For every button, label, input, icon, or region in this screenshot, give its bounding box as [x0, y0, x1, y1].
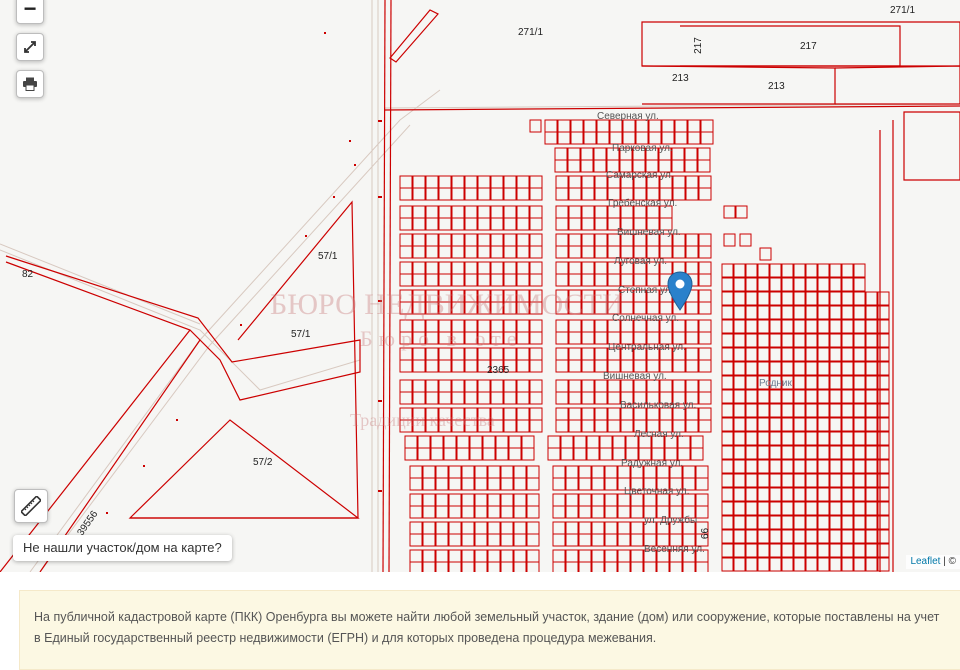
street-label: Радужная ул.	[621, 458, 684, 469]
street-label: ул. Дружбы	[644, 515, 698, 526]
measure-button[interactable]	[14, 489, 48, 523]
parcel-label: 2365	[487, 365, 510, 376]
info-box: На публичной кадастровой карте (ПКК) Оре…	[19, 590, 960, 670]
parcel-label: 57/2	[253, 457, 273, 468]
not-found-button[interactable]: Не нашли участок/дом на карте?	[13, 535, 232, 561]
parcel-label: 66	[700, 527, 712, 540]
street-label: Луговая ул.	[614, 256, 668, 267]
print-button[interactable]	[16, 70, 44, 98]
map-attribution: Leaflet | ©	[906, 555, 960, 569]
street-label: Гребенская ул.	[608, 198, 678, 209]
zoom-out-button[interactable]: −	[16, 0, 44, 24]
street-label: Парковая ул.	[612, 143, 673, 154]
street-label: Весенняя ул.	[644, 544, 705, 555]
leaflet-link[interactable]: Leaflet	[910, 556, 940, 567]
info-text-line: в Единый государственный реестр недвижим…	[34, 631, 657, 645]
fullscreen-button[interactable]	[16, 33, 44, 61]
ruler-icon	[21, 496, 41, 516]
cadastral-map[interactable]: БЮРО НЕДВИЖИМОСТИ Бюро в оте Традиции ка…	[0, 0, 960, 572]
parcel-label: 57/1	[318, 251, 338, 262]
parcel-label: 217	[692, 37, 704, 54]
parcel-label: 271/1	[890, 5, 916, 16]
place-label: Родник	[759, 378, 792, 389]
watermark-title: БЮРО НЕДВИЖИМОСТИ	[270, 288, 624, 321]
watermark-tagline: Традиции качества	[350, 410, 495, 430]
info-text-line: На публичной кадастровой карте (ПКК) Оре…	[34, 610, 940, 624]
street-label: Солнечная ул.	[612, 313, 680, 324]
location-pin-icon[interactable]	[667, 271, 693, 311]
street-label: Цветочная ул.	[624, 486, 690, 497]
parcel-label: 271/1	[518, 27, 544, 38]
street-label: Центральная ул.	[608, 342, 686, 353]
attribution-sep: | ©	[940, 556, 956, 567]
printer-icon	[23, 77, 37, 91]
parcel-label: 213	[672, 73, 689, 84]
parcel-grid	[399, 119, 890, 572]
parcel-label: 82	[22, 269, 34, 280]
parcel-label: 57/1	[291, 329, 311, 340]
street-label: Степная ул.	[618, 285, 674, 296]
street-label: Северная ул.	[597, 111, 659, 122]
street-label: Васильковая ул.	[620, 400, 697, 411]
watermark-subtitle: Бюро в оте	[360, 326, 523, 351]
street-label: Вишневая ул.	[617, 227, 681, 238]
parcel-label: 213	[768, 81, 785, 92]
street-label: Вишневая ул.	[603, 371, 667, 382]
expand-icon	[24, 41, 36, 53]
parcel-label: 217	[800, 41, 817, 52]
street-label: Самарская ул.	[606, 170, 674, 181]
street-label: Лесная ул.	[634, 429, 684, 440]
